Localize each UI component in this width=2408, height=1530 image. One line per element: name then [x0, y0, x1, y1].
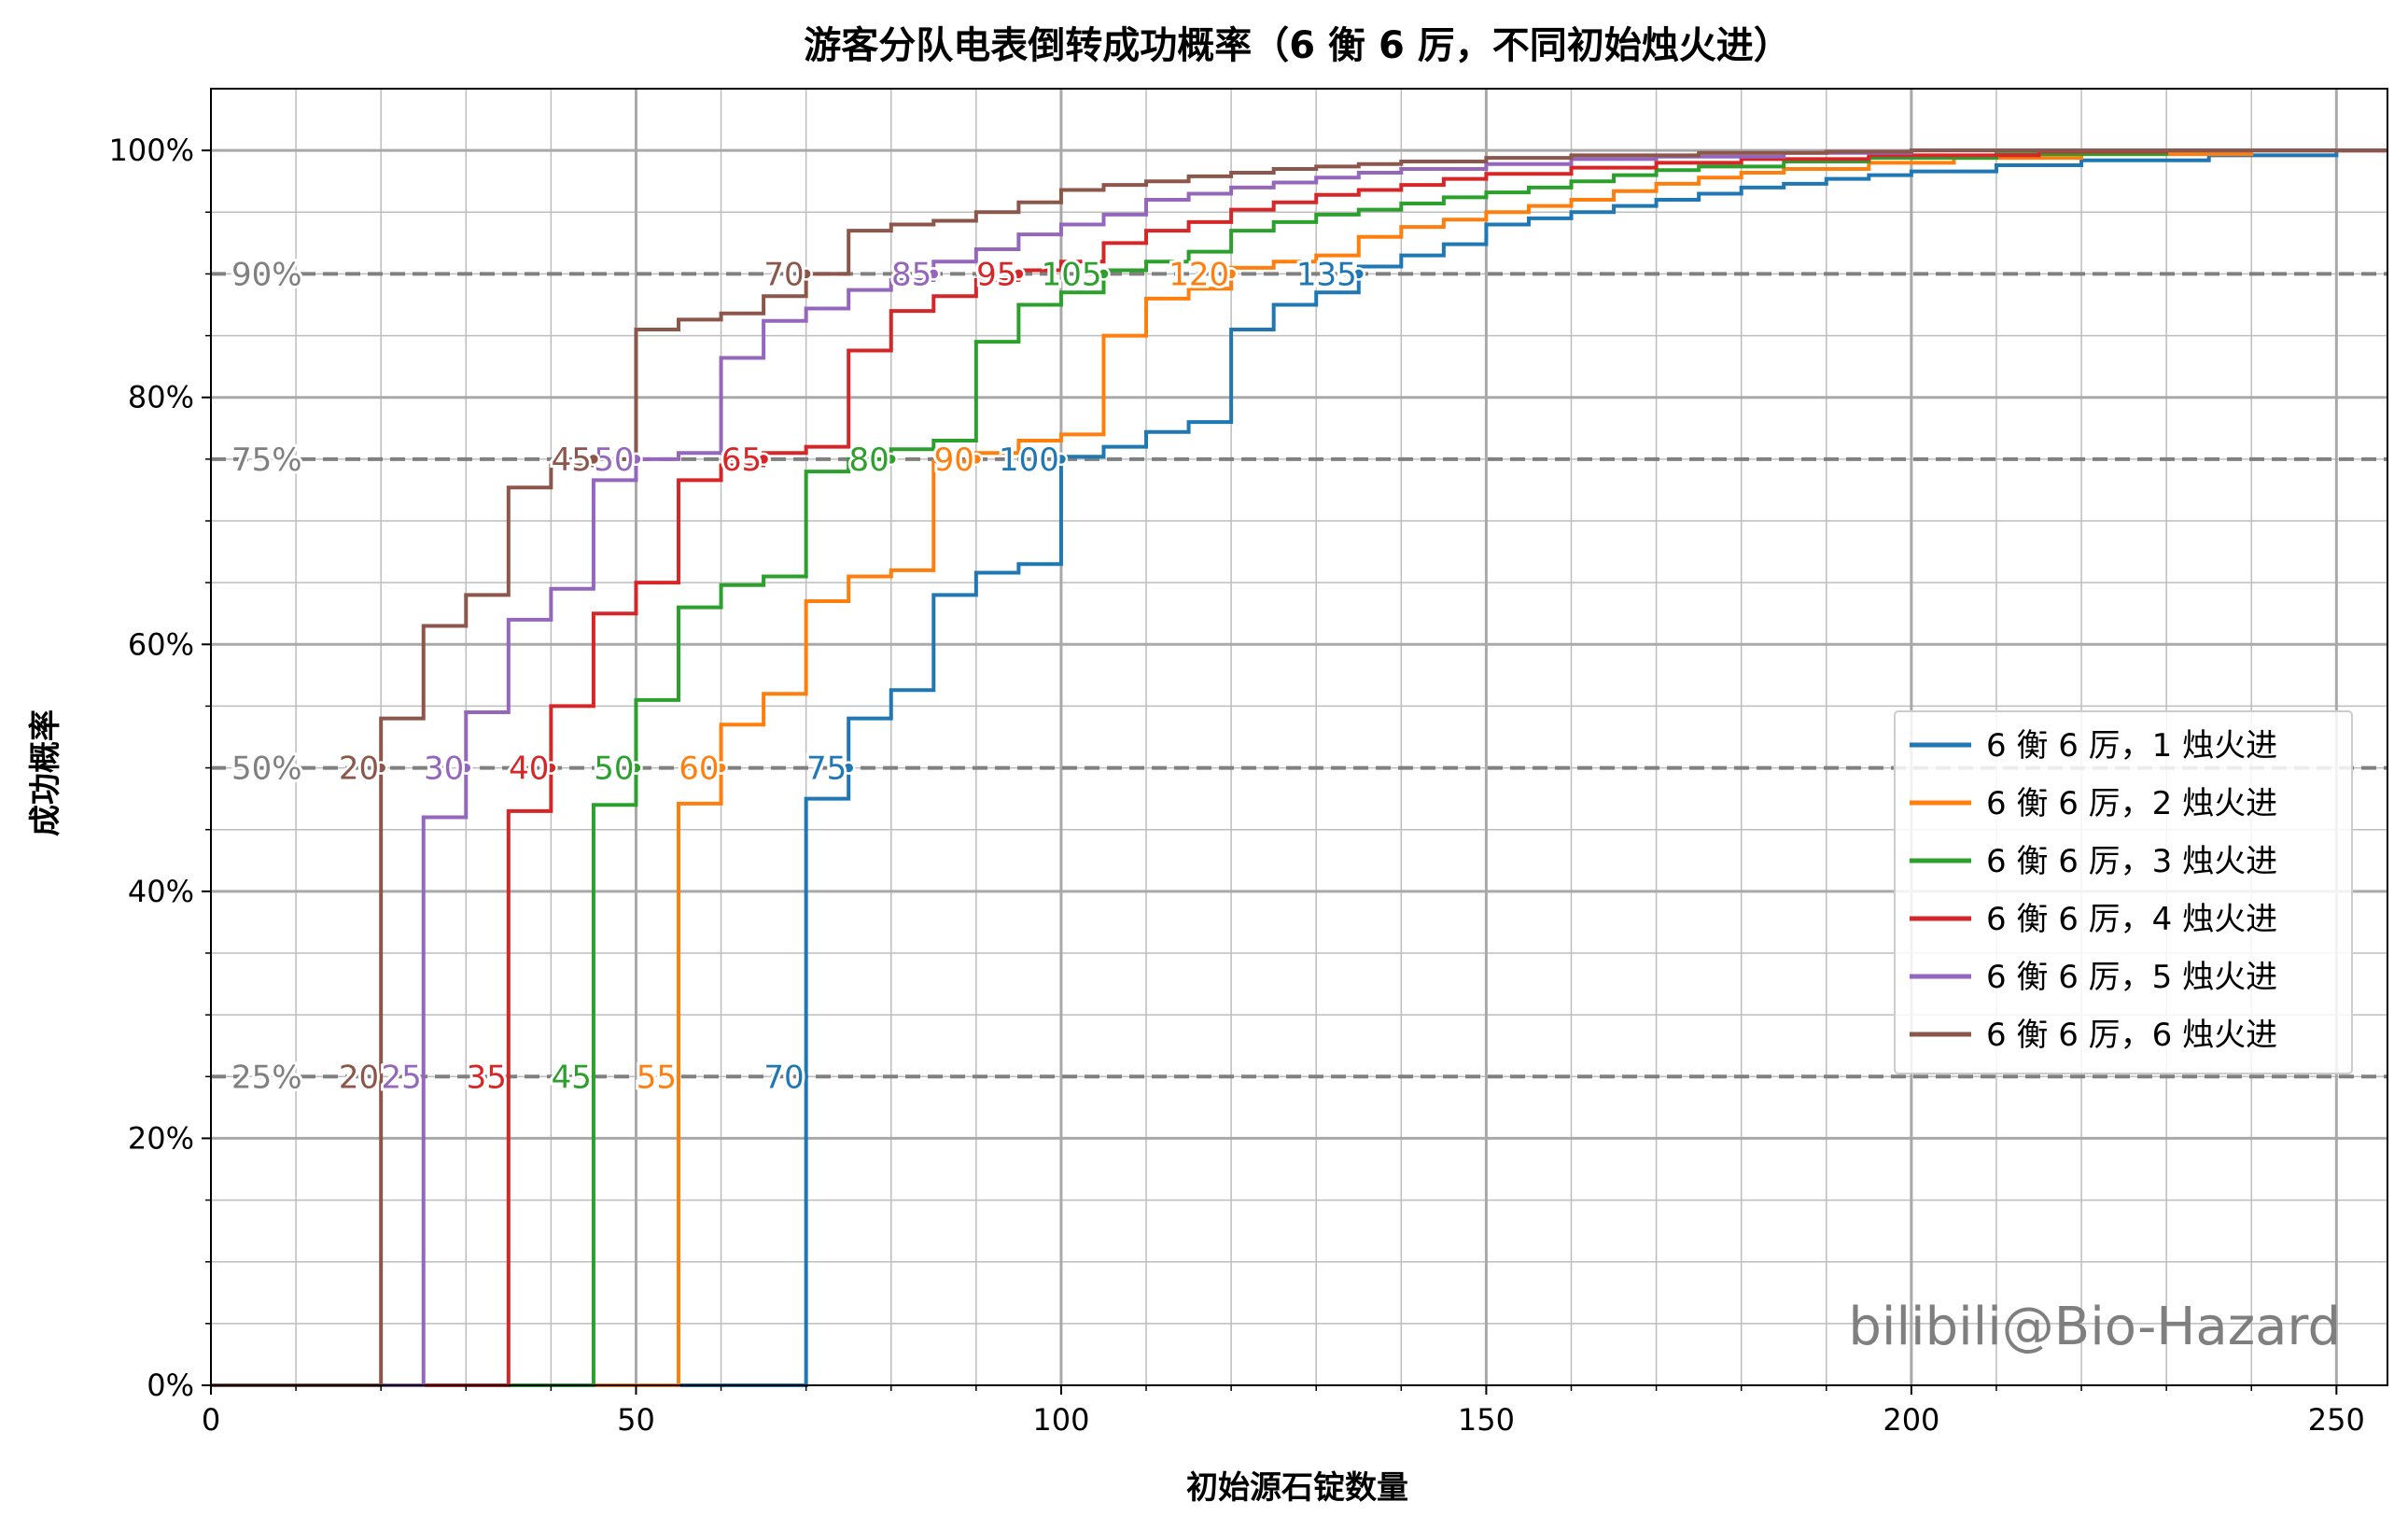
x-tick-label: 50 [617, 1402, 655, 1438]
legend-entry: 6 衡 6 厉，6 烛火进 [1986, 1017, 2277, 1054]
legend: 6 衡 6 厉，1 烛火进 6 衡 6 厉，2 烛火进 6 衡 6 厉，3 烛火进 6… [1894, 710, 2353, 1074]
threshold-label: 55 [637, 1059, 677, 1096]
threshold-label: 40 [509, 751, 549, 788]
x-tick-label: 150 [1458, 1402, 1515, 1438]
threshold-label: 45 [552, 442, 592, 479]
y-tick-label: 40% [128, 874, 194, 909]
x-tick-label: 200 [1883, 1402, 1939, 1438]
threshold-label: 60 [679, 751, 719, 788]
threshold-label: 25 [381, 1059, 421, 1096]
x-tick-label: 100 [1032, 1402, 1089, 1438]
legend-entry: 6 衡 6 厉，2 烛火进 [1986, 785, 2277, 822]
threshold-label: 75 [806, 751, 847, 788]
threshold-label: 85 [891, 256, 931, 293]
threshold-label: 70 [763, 1059, 804, 1096]
threshold-label: 120 [1169, 256, 1229, 293]
threshold-label: 30 [424, 751, 464, 788]
threshold-label: 70 [763, 256, 804, 293]
threshold-label: 105 [1042, 256, 1102, 293]
chart-title: 游客分队电表倒转成功概率（6 衡 6 厉，不同初始烛火进） [804, 24, 1790, 67]
threshold-label: 65 [721, 442, 762, 479]
x-tick-label: 250 [2308, 1402, 2365, 1438]
marker-layer: 70 75 100 135 55 60 90 120 45 50 80 105 35 40 65 95 25 30… [336, 253, 1366, 1099]
threshold-label: 80 [848, 442, 889, 479]
reference-line-label: 25% [231, 1059, 302, 1096]
legend-entry: 6 衡 6 厉，3 烛火进 [1986, 843, 2277, 880]
threshold-label: 50 [594, 751, 634, 788]
x-axis-title: 初始源石锭数量 [1186, 1469, 1408, 1507]
legend-entry: 6 衡 6 厉，4 烛火进 [1986, 901, 2277, 938]
y-tick-label: 60% [128, 626, 194, 662]
threshold-label: 20 [339, 751, 379, 788]
y-tick-label: 100% [109, 133, 194, 168]
threshold-label: 20 [339, 1059, 379, 1096]
y-tick-label: 0% [147, 1368, 194, 1403]
reference-line-label: 75% [231, 442, 302, 479]
threshold-label: 100 [999, 442, 1059, 479]
y-tick-label: 80% [128, 380, 194, 415]
x-tick-label: 0 [202, 1402, 220, 1438]
reference-line-label: 90% [231, 256, 302, 293]
legend-entry: 6 衡 6 厉，5 烛火进 [1986, 959, 2277, 996]
watermark: bilibili@Bio-Hazard [1848, 1297, 2341, 1357]
reference-line-label: 50% [231, 751, 302, 788]
threshold-label: 95 [976, 256, 1016, 293]
threshold-label: 35 [467, 1059, 507, 1096]
threshold-label: 135 [1296, 256, 1357, 293]
chart: 游客分队电表倒转成功概率（6 衡 6 厉，不同初始烛火进） 25% 50% 75% 9… [27, 24, 2388, 1507]
threshold-label: 90 [934, 442, 974, 479]
y-axis-title: 成功概率 [27, 709, 64, 836]
y-tick-label: 20% [128, 1120, 194, 1156]
threshold-label: 45 [552, 1059, 592, 1096]
legend-entry: 6 衡 6 厉，1 烛火进 [1986, 727, 2277, 765]
